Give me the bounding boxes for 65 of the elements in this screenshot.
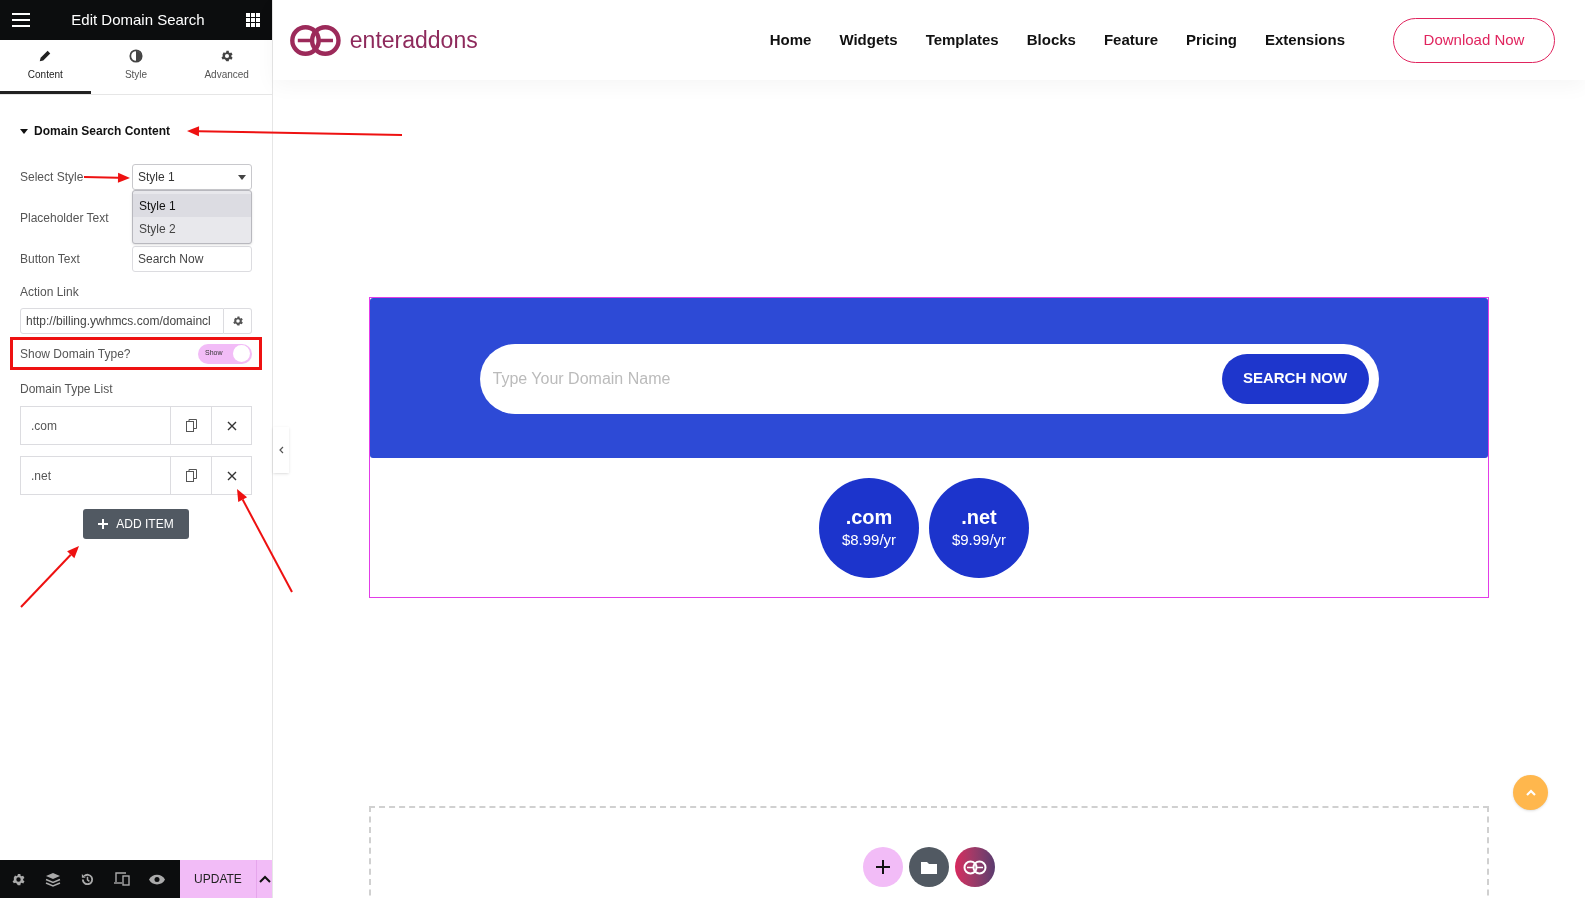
nav-link[interactable]: Widgets <box>839 28 898 52</box>
dropdown-option[interactable]: Style 2 <box>133 217 251 240</box>
panel-tab[interactable]: Advanced <box>181 40 272 94</box>
settings-button[interactable] <box>224 308 252 334</box>
addon-button[interactable] <box>955 847 995 887</box>
annotation-arrow <box>83 172 130 183</box>
copy-icon <box>185 419 197 432</box>
domain-name: .net <box>961 504 997 529</box>
caret-icon <box>238 174 246 180</box>
input-field[interactable]: http://billing.ywhmcs.com/domaincl <box>20 308 225 334</box>
nav-link[interactable]: Blocks <box>1026 28 1076 52</box>
devices-icon[interactable] <box>114 872 130 886</box>
copy-icon <box>185 469 197 482</box>
field-label: Button Text <box>20 251 80 268</box>
chevron-up-icon <box>258 875 271 883</box>
section-header[interactable]: Domain Search Content <box>20 122 171 140</box>
close-icon <box>226 420 237 431</box>
nav-link[interactable]: Templates <box>925 28 999 52</box>
input-field[interactable]: Search Now <box>132 246 252 272</box>
nav-link[interactable]: Pricing <box>1186 28 1237 52</box>
layers-icon[interactable] <box>45 871 61 887</box>
dropdown-option[interactable]: Style 1 <box>133 194 251 217</box>
domain-price: $9.99/yr <box>951 529 1007 550</box>
field-label: Action Link <box>20 284 80 301</box>
contrast-icon <box>129 49 143 63</box>
update-button[interactable]: UPDATE <box>180 860 256 898</box>
history-icon[interactable] <box>80 871 95 887</box>
panel-tab[interactable]: Content <box>0 40 91 94</box>
item-title[interactable]: .com <box>21 407 170 444</box>
plus-icon <box>876 860 890 874</box>
nav-link[interactable]: Extensions <box>1264 28 1345 52</box>
domain-price: $8.99/yr <box>841 529 897 550</box>
item-title[interactable]: .net <box>21 457 170 494</box>
collapse-handle[interactable] <box>273 427 289 473</box>
chevron-left-icon <box>278 446 284 454</box>
add-item-button[interactable]: ADD ITEM <box>83 509 189 539</box>
plus-icon <box>98 519 109 529</box>
nav-link[interactable]: Feature <box>1103 28 1159 52</box>
nav-link[interactable]: Home <box>769 28 812 52</box>
domain-name: .com <box>845 504 893 529</box>
field-label: Show Domain Type? <box>20 345 131 363</box>
field-label: Select Style <box>20 169 84 186</box>
brand-name: enteraddons <box>349 25 478 55</box>
close-icon <box>226 470 237 481</box>
panel-title: Edit Domain Search <box>71 9 205 30</box>
field-label: Placeholder Text <box>20 210 109 227</box>
search-button[interactable]: SEARCH NOW <box>1221 353 1369 404</box>
annotation-arrow <box>20 546 79 608</box>
pencil-icon <box>38 49 53 63</box>
settings-icon <box>219 49 234 63</box>
logo-icon <box>963 859 987 875</box>
chevron-up-icon <box>1525 789 1536 796</box>
template-button[interactable] <box>909 847 949 887</box>
search-field[interactable]: Type Your Domain Name SEARCH NOW <box>479 343 1379 414</box>
more-button[interactable] <box>256 860 272 898</box>
settings-icon <box>231 315 244 327</box>
field-label: Domain Type List <box>20 381 114 398</box>
menu-icon[interactable] <box>12 13 30 27</box>
add-section-button[interactable] <box>863 847 903 887</box>
folder-icon <box>921 860 937 874</box>
logo-icon <box>289 23 342 57</box>
panel-tab[interactable]: Style <box>90 40 182 94</box>
settings-icon <box>11 871 26 887</box>
grid-icon[interactable] <box>246 13 260 27</box>
eye-icon[interactable] <box>149 873 165 885</box>
